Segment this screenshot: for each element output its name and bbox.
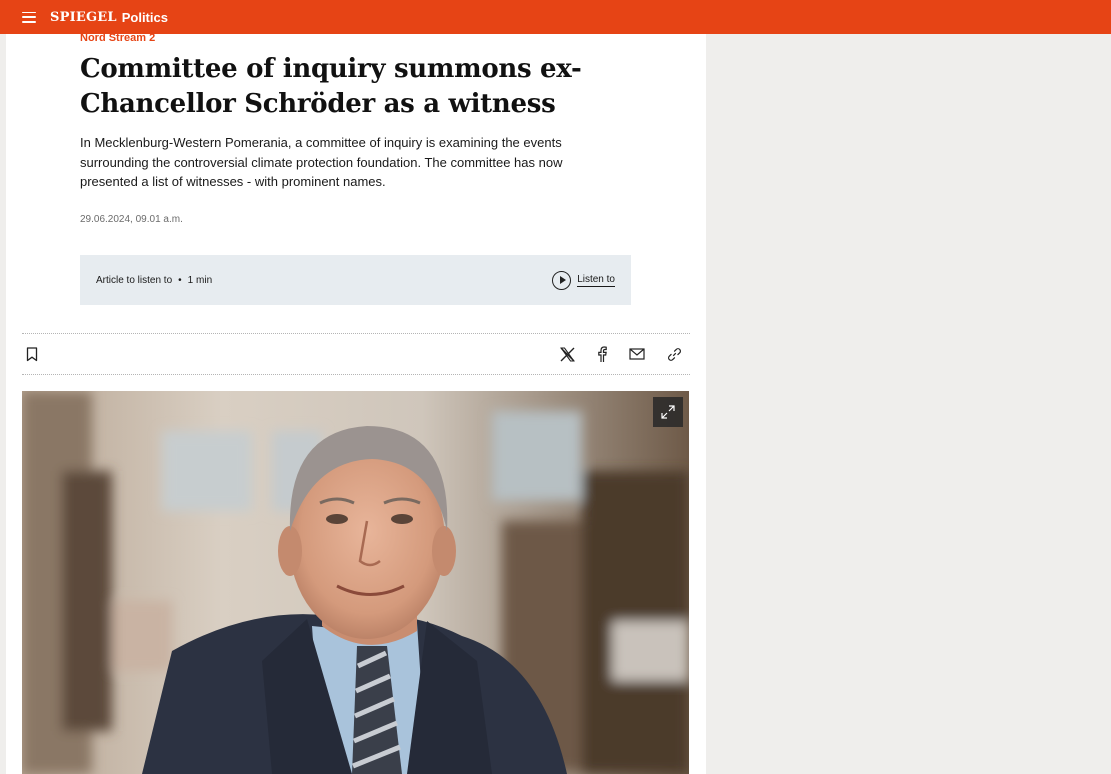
audio-player-box: Article to listen to • 1 min Listen to (80, 255, 631, 305)
spiegel-logo[interactable]: SPIEGEL (50, 10, 117, 25)
facebook-icon[interactable] (597, 345, 607, 363)
share-bar (22, 333, 690, 375)
link-icon[interactable] (667, 347, 682, 362)
section-label[interactable]: Politics (122, 10, 168, 25)
audio-duration: 1 min (187, 274, 213, 286)
article-kicker[interactable]: Nord Stream 2 (80, 34, 155, 44)
play-icon (552, 270, 572, 290)
article-teaser: In Mecklenburg-Western Pomerania, a comm… (80, 135, 563, 189)
audio-label: Article to listen to (96, 274, 173, 286)
listen-button-label: Listen to (577, 273, 615, 287)
article-headline: Committee of inquiry summons ex-Chancell… (80, 54, 582, 119)
listen-button[interactable]: Listen to (552, 270, 615, 290)
article-photo[interactable] (22, 391, 689, 774)
mail-icon[interactable] (629, 348, 645, 360)
expand-icon (661, 405, 675, 419)
x-icon[interactable] (560, 346, 575, 362)
portrait-photo (22, 391, 689, 774)
top-navigation-bar: SPIEGEL Politics (0, 0, 1111, 34)
audio-separator: • (178, 274, 182, 286)
share-icons (560, 345, 686, 363)
article-card: Nord Stream 2 Committee of inquiry summo… (6, 34, 706, 774)
hamburger-menu-icon[interactable] (22, 11, 36, 23)
audio-meta: Article to listen to • 1 min (96, 275, 212, 286)
article-date: 29.06.2024, 09.01 a.m. (80, 214, 183, 225)
bookmark-icon[interactable] (26, 346, 38, 362)
expand-image-button[interactable] (653, 397, 683, 427)
